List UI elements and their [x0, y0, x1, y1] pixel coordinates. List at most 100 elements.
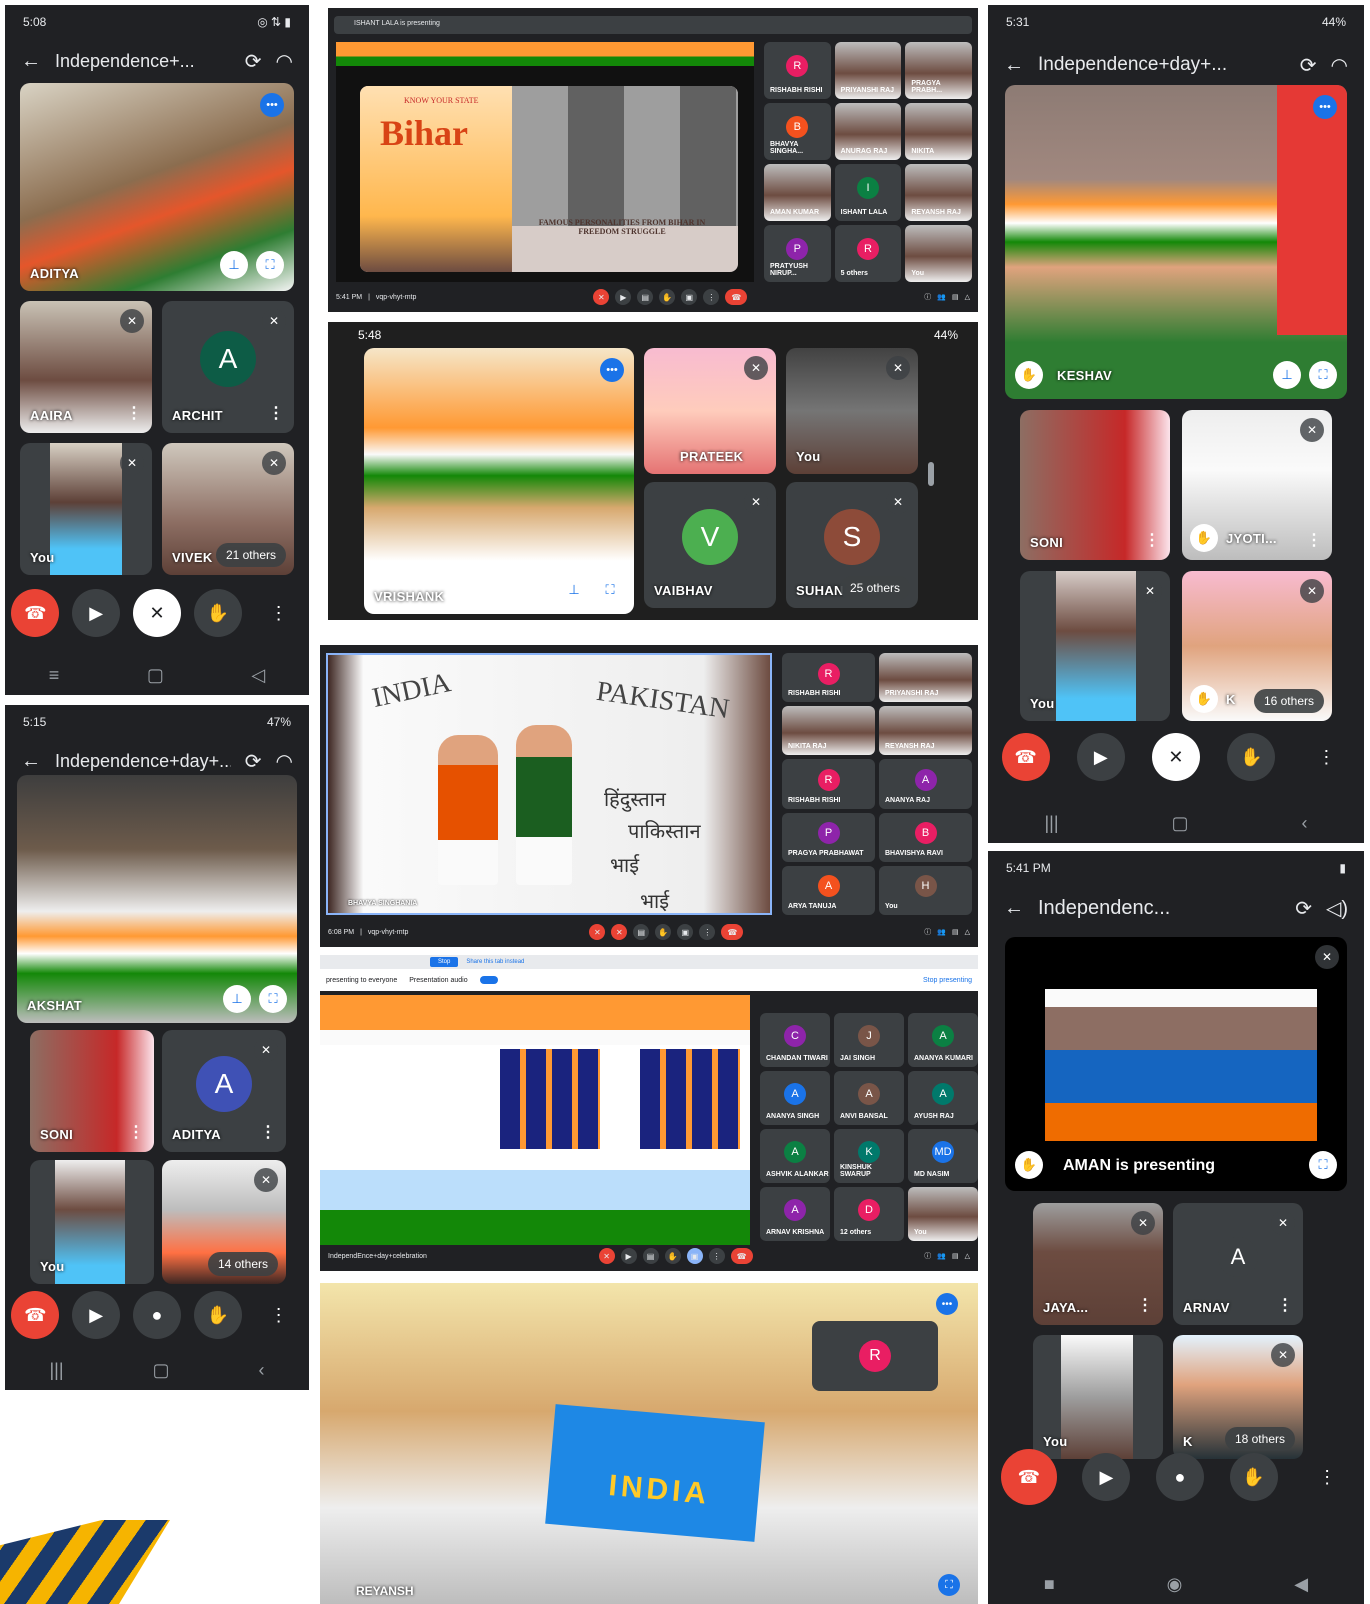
- end-call-icon[interactable]: ☎: [721, 924, 744, 940]
- participant-tile[interactable]: ANURAG RAJ: [834, 103, 902, 160]
- raise-hand-icon[interactable]: ✋: [664, 1248, 681, 1264]
- meeting-title[interactable]: Independence+day+...: [55, 751, 231, 772]
- participant-tile[interactable]: You: [1033, 1335, 1163, 1459]
- participant-tile[interactable]: A ARNAV KRISHNA: [760, 1187, 830, 1241]
- participant-tile[interactable]: A ANANYA RAJ: [879, 759, 972, 809]
- headphones-icon[interactable]: ◠: [276, 749, 293, 774]
- menu-icon[interactable]: ≡: [49, 665, 60, 686]
- raise-hand-icon[interactable]: ✋: [193, 1291, 242, 1339]
- home-icon[interactable]: ▢: [153, 1360, 170, 1381]
- mic-icon[interactable]: ●: [1155, 1453, 1204, 1501]
- participant-tile[interactable]: You: [30, 1160, 154, 1284]
- people-icon[interactable]: 👥: [937, 928, 946, 936]
- flip-camera-icon[interactable]: ⟳: [1300, 53, 1317, 78]
- camera-icon[interactable]: ▶: [615, 289, 632, 305]
- headphones-icon[interactable]: ◠: [276, 49, 293, 74]
- participant-tile[interactable]: R RISHABH RISHI: [782, 759, 875, 809]
- participant-tile[interactable]: REYANSH RAJ: [905, 164, 972, 221]
- participant-tile[interactable]: ✕ K 18 others: [1173, 1335, 1303, 1459]
- participant-tile[interactable]: H You: [879, 865, 972, 915]
- participant-tile[interactable]: A AYUSH RAJ: [908, 1071, 978, 1125]
- participant-tile[interactable]: PRIYANSHI RAJ: [879, 653, 972, 703]
- end-call-icon[interactable]: ☎: [11, 589, 60, 637]
- participant-tile[interactable]: R RISHABH RISHI: [782, 653, 875, 703]
- present-icon[interactable]: ▣: [686, 1248, 703, 1264]
- more-options-icon[interactable]: ⋮: [708, 1248, 725, 1264]
- presentation-tile[interactable]: ✕ ✋ AMAN is presenting ⛶: [1005, 937, 1347, 1191]
- pin-icon[interactable]: ⊥: [1273, 361, 1301, 389]
- others-count-badge[interactable]: 25 others: [839, 576, 910, 600]
- participant-tile[interactable]: B BHAVYA SINGHA...: [764, 103, 831, 160]
- raise-hand-icon[interactable]: ✋: [659, 289, 676, 305]
- participant-tile[interactable]: ✕ You: [20, 443, 152, 575]
- scrollbar[interactable]: [928, 462, 934, 486]
- participant-tile[interactable]: A ASHVIK ALANKAR: [760, 1129, 830, 1183]
- back-icon[interactable]: ‹: [259, 1360, 265, 1381]
- participant-tile[interactable]: ✕ You: [786, 348, 918, 474]
- camera-icon[interactable]: ▶: [1076, 733, 1125, 781]
- more-options-icon[interactable]: ⋮: [1137, 1295, 1153, 1315]
- flip-camera-icon[interactable]: ⟳: [1295, 896, 1312, 921]
- activities-icon[interactable]: △: [965, 928, 970, 936]
- present-icon[interactable]: ▣: [681, 289, 698, 305]
- more-options-icon[interactable]: ⋮: [1306, 530, 1322, 550]
- more-options-icon[interactable]: ⋮: [699, 924, 716, 940]
- more-options-icon[interactable]: ⋮: [1144, 530, 1160, 550]
- home-icon[interactable]: ▢: [147, 665, 164, 686]
- more-options-icon[interactable]: ⋮: [255, 589, 303, 637]
- fullscreen-icon[interactable]: ⛶: [259, 985, 287, 1013]
- participant-tile[interactable]: R RISHABH RISHI: [764, 42, 831, 99]
- audio-toggle[interactable]: [479, 976, 498, 984]
- end-call-icon[interactable]: ☎: [725, 289, 748, 305]
- more-options-icon[interactable]: ⋮: [1303, 1453, 1351, 1501]
- participant-tile[interactable]: A ANANYA SINGH: [760, 1071, 830, 1125]
- activities-icon[interactable]: △: [965, 1252, 970, 1260]
- participant-tile[interactable]: P PRATYUSH NIRUP...: [764, 225, 831, 282]
- back-icon[interactable]: ◁: [251, 665, 265, 686]
- others-count-badge[interactable]: 14 others: [207, 1252, 278, 1276]
- back-arrow-icon[interactable]: ←: [1004, 897, 1024, 920]
- back-icon[interactable]: ‹: [1302, 813, 1308, 834]
- participant-tile[interactable]: PRAGYA PRABH...: [905, 42, 972, 99]
- main-video-tile[interactable]: ••• ⊥ ⛶ VRISHANK: [364, 348, 634, 614]
- participant-tile[interactable]: J JAI SINGH: [834, 1013, 904, 1067]
- mic-icon[interactable]: ●: [132, 1291, 181, 1339]
- pin-icon[interactable]: ⊥: [220, 251, 248, 279]
- back-arrow-icon[interactable]: ←: [1004, 54, 1024, 77]
- main-video-tile[interactable]: ••• ⊥ ⛶ ADITYA: [20, 83, 294, 291]
- more-options-icon[interactable]: ⋮: [128, 1122, 144, 1142]
- menu-icon[interactable]: |||: [49, 1360, 63, 1381]
- mic-off-icon[interactable]: ✕: [1151, 733, 1200, 781]
- speaker-icon[interactable]: ◁): [1326, 896, 1348, 921]
- home-icon[interactable]: ◉: [1167, 1574, 1183, 1595]
- raise-hand-icon[interactable]: ✋: [1015, 361, 1043, 389]
- meeting-title[interactable]: Independence+...: [55, 51, 231, 72]
- participant-tile[interactable]: ✕ A ARCHIT ⋮: [162, 301, 294, 433]
- participant-tile[interactable]: ✕ JAYA... ⋮: [1033, 1203, 1163, 1325]
- participant-tile[interactable]: AMAN KUMAR: [764, 164, 831, 221]
- participant-tile[interactable]: P PRAGYA PRABHAWAT: [782, 812, 875, 862]
- participant-tile[interactable]: I ISHANT LALA: [834, 164, 902, 221]
- more-options-icon[interactable]: ⋮: [260, 1122, 276, 1142]
- captions-icon[interactable]: ▤: [642, 1248, 659, 1264]
- participant-tile[interactable]: R 5 others: [834, 225, 902, 282]
- participant-tile[interactable]: NIKITA: [905, 103, 972, 160]
- participant-tile[interactable]: You: [908, 1187, 978, 1241]
- fullscreen-icon[interactable]: ⛶: [1309, 361, 1337, 389]
- camera-icon[interactable]: ▶: [620, 1248, 637, 1264]
- participant-tile[interactable]: SONI ⋮: [30, 1030, 154, 1152]
- camera-icon[interactable]: ▶: [72, 589, 121, 637]
- raise-hand-icon[interactable]: ✋: [193, 589, 242, 637]
- camera-icon[interactable]: ▶: [1082, 1453, 1131, 1501]
- present-icon[interactable]: ▣: [677, 924, 694, 940]
- participant-tile[interactable]: ✕ You: [1020, 571, 1170, 721]
- more-options-icon[interactable]: ⋮: [126, 403, 142, 423]
- info-icon[interactable]: ⓘ: [924, 292, 931, 302]
- participant-tile[interactable]: NIKITA RAJ: [782, 706, 875, 756]
- activities-icon[interactable]: △: [965, 293, 970, 301]
- more-options-icon[interactable]: ⋮: [255, 1291, 303, 1339]
- participant-tile[interactable]: ✕ PRATEEK: [644, 348, 776, 474]
- info-icon[interactable]: ⓘ: [924, 1251, 931, 1261]
- participant-tile[interactable]: A ANVI BANSAL: [834, 1071, 904, 1125]
- flip-camera-icon[interactable]: ⟳: [245, 49, 262, 74]
